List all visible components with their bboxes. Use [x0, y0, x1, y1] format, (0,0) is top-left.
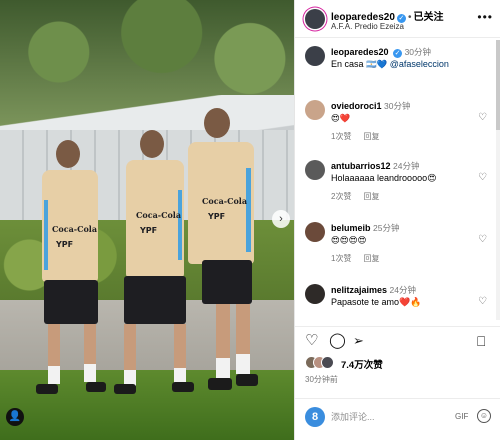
player-shorts	[124, 276, 186, 324]
player-shoe	[114, 384, 136, 394]
comment-time: 25分钟	[373, 223, 400, 233]
player-shorts	[202, 260, 252, 304]
player-head	[56, 140, 80, 168]
post-header: leoparedes20 ✓ • 已关注 A.F.A. Predio Ezeiza •…	[295, 0, 500, 38]
comment-time: 30分钟	[384, 101, 411, 111]
player-shorts	[44, 280, 98, 324]
jersey-brand: YPF	[56, 240, 74, 249]
comment-likes[interactable]: 2次赞	[331, 192, 351, 201]
player-leg	[124, 324, 136, 376]
comment-username[interactable]: belumeib	[331, 223, 371, 233]
comment-text: 😍❤️	[331, 113, 351, 123]
player-sock	[236, 354, 250, 374]
jersey-sponsor: Coca-Cola	[136, 210, 182, 220]
player-sock	[48, 366, 60, 384]
comment-item: antubarrios12 24分钟 Holaaaaaa leandrooooo…	[295, 158, 500, 204]
caption-header: leoparedes20 ✓ 30分钟	[331, 46, 431, 58]
comment-time: 24分钟	[389, 285, 417, 295]
more-dots-icon[interactable]: •••	[477, 10, 493, 24]
comment-item: oviedoroci1 30分钟 😍❤️ 1次赞 回复 ♡	[295, 98, 500, 144]
jersey-sponsor: Coca-Cola	[202, 196, 248, 206]
commenter-avatar[interactable]	[305, 160, 325, 180]
caption-time: 30分钟	[404, 47, 432, 57]
comment-item: belumeib 25分钟 😍😍😍😍 1次赞 回复 ♡	[295, 220, 500, 266]
jersey-brand: YPF	[140, 226, 158, 235]
heart-icon[interactable]: ♡	[478, 172, 487, 183]
comment-time: 24分钟	[393, 161, 420, 171]
posted-time: 30分钟前	[305, 375, 338, 384]
comment-input[interactable]	[331, 409, 441, 425]
comment-username[interactable]: oviedoroci1	[331, 101, 382, 111]
liker-avatar	[321, 356, 334, 369]
author-line: leoparedes20 ✓ • 已关注	[331, 12, 444, 23]
player-head	[204, 108, 230, 138]
comment-username[interactable]: nelitzajaimes	[331, 285, 387, 295]
player-shoe	[86, 382, 106, 392]
follow-status-button[interactable]: 已关注	[413, 12, 443, 23]
player-sock	[84, 364, 96, 382]
emoji-icon[interactable]: ☺	[477, 409, 491, 423]
shirt-stripe	[44, 200, 48, 270]
comment-text: Papasote te amo❤️🔥	[331, 297, 422, 307]
shirt-stripe	[246, 168, 251, 252]
jersey-brand: YPF	[208, 212, 226, 221]
jersey-sponsor: Coca-Cola	[52, 224, 98, 234]
verified-icon: ✓	[393, 49, 403, 58]
post-location[interactable]: A.F.A. Predio Ezeiza	[331, 22, 404, 31]
comments-list[interactable]: leoparedes20 ✓ 30分钟 En casa 🇦🇷💙 @afasele…	[295, 38, 500, 320]
caption-text: En casa 🇦🇷💙 @afaseleccion	[331, 59, 449, 69]
commenter-avatar[interactable]	[305, 222, 325, 242]
heart-icon[interactable]: ♡	[478, 234, 487, 245]
scrollbar-thumb[interactable]	[496, 40, 500, 130]
likes-count[interactable]: 7.4万次赞	[341, 357, 383, 371]
caption-avatar[interactable]	[305, 46, 325, 66]
bookmark-icon[interactable]: ⎕	[477, 333, 485, 349]
gif-icon[interactable]: GIF	[455, 412, 468, 421]
comment-text: 😍😍😍😍	[331, 235, 367, 245]
comment-icon[interactable]: ◯	[329, 333, 346, 349]
comment-composer: 8 GIF ☺	[295, 398, 500, 434]
comment-username[interactable]: antubarrios12	[331, 161, 391, 171]
post-actions: ♡ ◯ ➢ ⎕	[295, 326, 500, 354]
author-avatar[interactable]	[305, 9, 325, 29]
commenter-avatar[interactable]	[305, 100, 325, 120]
reply-button[interactable]: 回复	[363, 254, 379, 263]
chevron-right-icon[interactable]: ›	[272, 210, 290, 228]
likes-row: 7.4万次赞	[305, 356, 495, 372]
comment-likes[interactable]: 1次赞	[331, 132, 351, 141]
comment-likes[interactable]: 1次赞	[331, 254, 351, 263]
reply-button[interactable]: 回复	[363, 192, 379, 201]
share-icon[interactable]: ➢	[353, 333, 364, 349]
comment-item: nelitzajaimes 24分钟 Papasote te amo❤️🔥 ♡	[295, 282, 500, 320]
commenter-avatar[interactable]	[305, 284, 325, 304]
player-shoe	[36, 384, 58, 394]
caption: leoparedes20 ✓ 30分钟 En casa 🇦🇷💙 @afasele…	[295, 46, 500, 86]
player-shoe	[236, 374, 258, 386]
player-right: Coca-Cola YPF	[178, 108, 274, 408]
post-photo[interactable]: Coca-Cola YPF Coca-Cola YPF Coca-Cola YP…	[0, 0, 294, 440]
heart-icon[interactable]: ♡	[478, 112, 487, 123]
caption-username[interactable]: leoparedes20	[331, 47, 389, 57]
reply-button[interactable]: 回复	[363, 132, 379, 141]
player-left: Coca-Cola YPF	[36, 140, 108, 400]
player-head	[140, 130, 164, 158]
post-side-panel: leoparedes20 ✓ • 已关注 A.F.A. Predio Ezeiza •…	[294, 0, 500, 440]
heart-icon[interactable]: ♡	[305, 333, 318, 349]
comment-text: Holaaaaaa leandrooooo😍	[331, 173, 437, 183]
player-shoe	[208, 378, 232, 390]
heart-icon[interactable]: ♡	[478, 296, 487, 307]
viewer-avatar: 8	[305, 407, 325, 427]
mention-link[interactable]: @afaseleccion	[390, 59, 449, 69]
user-tag-icon[interactable]: 👤	[6, 408, 24, 426]
player-sock	[216, 358, 230, 378]
